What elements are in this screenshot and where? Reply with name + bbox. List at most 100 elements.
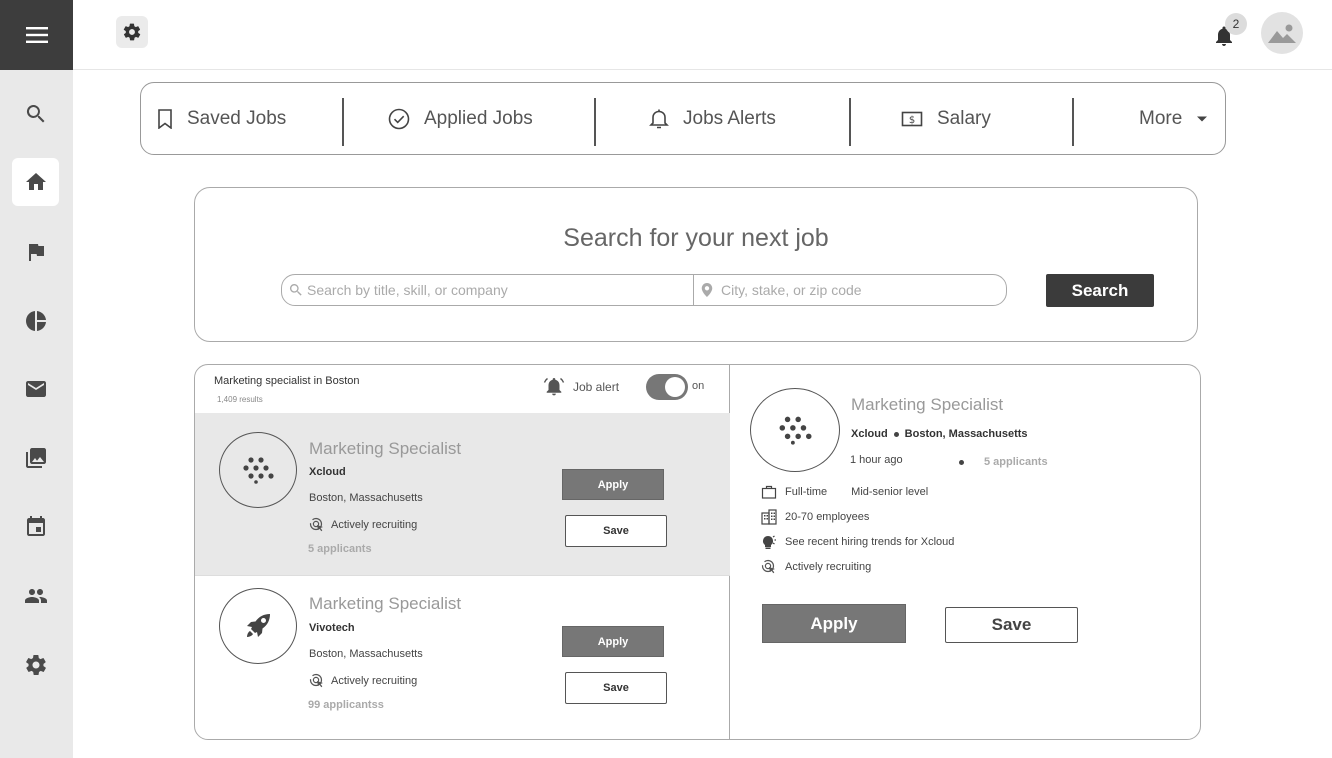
building-icon — [761, 509, 777, 525]
job-title[interactable]: Marketing Specialist — [309, 439, 461, 459]
target-cursor-icon — [309, 517, 323, 532]
menu-button[interactable] — [0, 0, 73, 70]
search-title: Search for your next job — [563, 224, 829, 252]
sidebar-item-settings[interactable] — [12, 641, 59, 689]
sidebar-item-flag[interactable] — [12, 228, 59, 276]
sidebar-item-home[interactable] — [12, 158, 59, 206]
apply-button[interactable]: Apply — [562, 469, 664, 500]
job-list-item[interactable]: Marketing Specialist Xcloud Boston, Mass… — [195, 413, 730, 575]
nav-item-label: Jobs Alerts — [683, 107, 776, 129]
nav-item-jobs-alerts[interactable]: Jobs Alerts — [649, 83, 776, 154]
calendar-icon — [26, 516, 45, 536]
search-divider — [693, 275, 694, 305]
separator-dot — [893, 431, 899, 437]
sidebar-item-calendar[interactable] — [12, 503, 59, 551]
location-search-input[interactable]: City, stake, or zip code — [701, 275, 1001, 305]
job-list-item[interactable]: Marketing Specialist Vivotech Boston, Ma… — [195, 575, 730, 737]
job-status: Actively recruiting — [309, 673, 417, 689]
detail-apply-button[interactable]: Apply — [762, 604, 906, 643]
separator-dot — [959, 459, 964, 465]
detail-status: Actively recruiting — [785, 561, 872, 573]
seniority-level: Mid-senior level — [851, 486, 929, 498]
job-location: Boston, Massachusetts — [309, 492, 423, 504]
job-alert-state: on — [692, 380, 705, 392]
job-location: Boston, Massachusetts — [309, 648, 423, 660]
nav-item-label: Saved Jobs — [187, 107, 287, 129]
results-count: 1,409 results — [217, 395, 263, 404]
sidebar — [0, 0, 73, 758]
job-status: Actively recruiting — [309, 517, 417, 533]
home-icon — [25, 173, 46, 190]
nav-item-saved-jobs[interactable]: Saved Jobs — [157, 83, 286, 154]
settings-icon — [25, 655, 46, 675]
job-status-label: Actively recruiting — [331, 519, 418, 531]
location-pin-icon — [701, 283, 713, 297]
detail-company-size-row: 20-70 employees — [761, 509, 869, 525]
detail-posted-time: 1 hour ago — [850, 454, 903, 466]
flag-icon — [28, 244, 44, 261]
job-company: Vivotech — [309, 622, 355, 634]
sidebar-item-mail[interactable] — [12, 365, 59, 413]
job-alert-label-group: Job alert — [543, 377, 619, 397]
company-logo — [219, 432, 297, 508]
detail-hiring-trends-row[interactable]: See recent hiring trends for Xcloud — [761, 534, 954, 550]
settings-button[interactable] — [116, 16, 148, 48]
job-title[interactable]: Marketing Specialist — [309, 594, 461, 614]
nav-item-salary[interactable]: $ Salary — [901, 83, 991, 154]
sidebar-item-analytics[interactable] — [12, 297, 59, 345]
detail-status-row: Actively recruiting — [761, 559, 871, 575]
nav-divider — [1072, 98, 1074, 146]
save-button[interactable]: Save — [565, 672, 667, 704]
sidebar-item-photos[interactable] — [12, 434, 59, 482]
detail-save-button[interactable]: Save — [945, 607, 1078, 643]
job-applicants: 99 applicantss — [308, 699, 384, 711]
apply-button[interactable]: Apply — [562, 626, 664, 657]
location-placeholder: City, stake, or zip code — [721, 282, 862, 298]
mail-icon — [25, 381, 46, 397]
caret-down-icon — [1197, 116, 1208, 121]
hamburger-menu-icon — [25, 27, 48, 43]
job-alert-toggle[interactable] — [646, 374, 688, 400]
search-button[interactable]: Search — [1046, 274, 1154, 307]
nav-item-applied-jobs[interactable]: Applied Jobs — [388, 83, 533, 154]
job-applicants: 5 applicants — [308, 543, 372, 555]
detail-company-line: Xcloud Boston, Massachusetts — [851, 428, 1028, 440]
money-icon: $ — [901, 111, 923, 126]
save-button[interactable]: Save — [565, 515, 667, 547]
results-header: Marketing specialist in Boston 1,409 res… — [195, 365, 730, 413]
lightbulb-icon — [763, 535, 776, 549]
nav-item-more[interactable]: More — [1139, 83, 1208, 154]
nav-divider — [342, 98, 344, 146]
detail-location: Boston, Massachusetts — [904, 428, 1028, 440]
nav-item-label: Applied Jobs — [424, 107, 533, 129]
xcloud-logo-icon — [779, 416, 812, 445]
nav-item-label: Salary — [937, 107, 991, 129]
detail-job-title: Marketing Specialist — [851, 395, 1004, 414]
detail-applicants: 5 applicants — [984, 456, 1048, 468]
target-cursor-icon — [309, 673, 323, 688]
briefcase-icon — [761, 485, 777, 499]
toggle-knob — [665, 377, 685, 397]
hiring-trends-link[interactable]: See recent hiring trends for Xcloud — [785, 536, 954, 548]
alarm-bell-icon — [543, 377, 565, 396]
employees-count: 20-70 employees — [785, 511, 870, 523]
detail-job-type-row: Full-time Mid-senior level — [761, 484, 928, 500]
results-query-title: Marketing specialist in Boston — [214, 375, 360, 387]
job-company: Xcloud — [309, 466, 346, 478]
results-list: Marketing specialist in Boston 1,409 res… — [195, 365, 730, 739]
job-detail-pane: Marketing Specialist Xcloud Boston, Mass… — [730, 365, 1200, 739]
rocket-icon — [247, 614, 270, 637]
sidebar-item-search[interactable] — [12, 90, 59, 138]
avatar[interactable] — [1261, 12, 1303, 54]
nav-divider — [594, 98, 596, 146]
gear-icon — [123, 23, 141, 41]
job-alert-label: Job alert — [573, 380, 620, 394]
search-bar: Search by title, skill, or company City,… — [281, 274, 1007, 306]
topbar: 2 — [73, 0, 1332, 70]
keyword-placeholder: Search by title, skill, or company — [307, 282, 508, 298]
profile-image-icon — [1268, 24, 1296, 43]
keyword-search-input[interactable]: Search by title, skill, or company — [288, 275, 688, 305]
sidebar-item-people[interactable] — [12, 572, 59, 620]
jobs-nav: Saved Jobs Applied Jobs Jobs Alerts $ Sa… — [140, 82, 1226, 155]
detail-applicants-line: 5 applicants — [959, 456, 1048, 468]
